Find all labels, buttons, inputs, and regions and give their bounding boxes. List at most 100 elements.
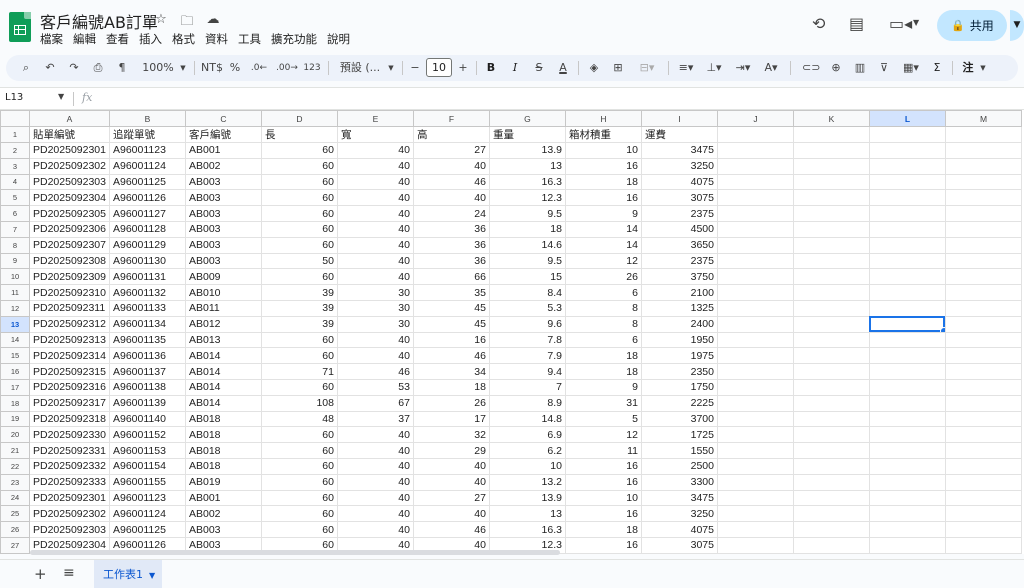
cell-a17[interactable]: PD2025092316 [29, 378, 110, 396]
cell-f13[interactable]: 45 [412, 315, 490, 333]
cell-m11[interactable] [944, 284, 1022, 301]
cell-a10[interactable]: PD2025092309 [29, 268, 110, 286]
cell-c26[interactable]: AB003 [184, 521, 262, 538]
cell-g3[interactable]: 13 [488, 157, 566, 175]
cell-e7[interactable]: 40 [336, 220, 414, 238]
cell-a1[interactable]: 貼單編號 [29, 126, 110, 143]
cell-g11[interactable]: 8.4 [488, 284, 566, 301]
cell-m26[interactable] [944, 521, 1022, 538]
cell-e18[interactable]: 67 [336, 394, 414, 412]
cell-c19[interactable]: AB018 [184, 410, 262, 428]
cell-l19[interactable] [868, 410, 946, 428]
cell-k1[interactable] [792, 126, 870, 143]
cell-b1[interactable]: 追蹤單號 [108, 126, 186, 143]
cell-e9[interactable]: 40 [336, 252, 414, 270]
cell-h11[interactable]: 6 [564, 284, 642, 301]
cell-j17[interactable] [716, 378, 794, 396]
cell-f10[interactable]: 66 [412, 268, 490, 286]
cell-k19[interactable] [792, 410, 870, 428]
row-header[interactable]: 16 [0, 363, 30, 380]
cell-l15[interactable] [868, 347, 946, 365]
cell-c14[interactable]: AB013 [184, 331, 262, 349]
cell-j2[interactable] [716, 142, 794, 159]
cell-c21[interactable]: AB018 [184, 442, 262, 459]
cell-c10[interactable]: AB009 [184, 268, 262, 286]
cell-g5[interactable]: 12.3 [488, 189, 566, 207]
meet-icon[interactable]: ▭◂ [889, 14, 912, 33]
cell-c25[interactable]: AB002 [184, 505, 262, 523]
cell-m22[interactable] [944, 457, 1022, 475]
cell-c6[interactable]: AB003 [184, 205, 262, 222]
menu-insert[interactable]: 插入 [139, 31, 162, 47]
cell-m13[interactable] [944, 315, 1022, 333]
cell-h27[interactable]: 16 [564, 536, 642, 554]
cell-h16[interactable]: 18 [564, 363, 642, 380]
cell-i20[interactable]: 1725 [640, 426, 718, 444]
cell-c5[interactable]: AB003 [184, 189, 262, 207]
cell-l10[interactable] [868, 268, 946, 286]
cell-g2[interactable]: 13.9 [488, 142, 566, 159]
cell-d20[interactable]: 60 [260, 426, 338, 444]
cell-b22[interactable]: A96001154 [108, 457, 186, 475]
cell-d15[interactable]: 60 [260, 347, 338, 365]
cell-l3[interactable] [868, 157, 946, 175]
cell-l27[interactable] [868, 536, 946, 554]
print-icon[interactable]: ⎙ [90, 55, 106, 81]
strikethrough-button[interactable]: S [532, 55, 546, 81]
cell-h1[interactable]: 箱材積重 [564, 126, 642, 143]
link-icon[interactable]: ⊂⊃ [802, 55, 820, 81]
cell-d12[interactable]: 39 [260, 299, 338, 317]
cell-i21[interactable]: 1550 [640, 442, 718, 459]
row-header[interactable]: 22 [0, 457, 30, 475]
column-header-l[interactable]: L [868, 110, 946, 127]
font-size-decrease-button[interactable]: − [408, 55, 422, 81]
filter-icon[interactable]: ⊽ [876, 55, 892, 81]
row-header[interactable]: 13 [0, 315, 30, 333]
cell-k13[interactable] [792, 315, 870, 333]
cell-l5[interactable] [868, 189, 946, 207]
cell-d17[interactable]: 60 [260, 378, 338, 396]
history-icon[interactable]: ⟲ [812, 14, 825, 33]
cell-i12[interactable]: 1325 [640, 299, 718, 317]
cell-l9[interactable] [868, 252, 946, 270]
currency-format-button[interactable]: NT$ [200, 55, 224, 81]
cell-g12[interactable]: 5.3 [488, 299, 566, 317]
chevron-down-icon[interactable]: ▼ [386, 55, 396, 81]
cell-d22[interactable]: 60 [260, 457, 338, 475]
cell-b17[interactable]: A96001138 [108, 378, 186, 396]
column-header-b[interactable]: B [108, 110, 186, 127]
cell-g8[interactable]: 14.6 [488, 236, 566, 254]
cell-e24[interactable]: 40 [336, 489, 414, 507]
sheets-logo-icon[interactable] [9, 12, 31, 42]
menu-edit[interactable]: 編輯 [73, 31, 96, 47]
cell-m4[interactable] [944, 173, 1022, 191]
cell-b15[interactable]: A96001136 [108, 347, 186, 365]
cell-g6[interactable]: 9.5 [488, 205, 566, 222]
cell-g22[interactable]: 10 [488, 457, 566, 475]
cell-g23[interactable]: 13.2 [488, 473, 566, 491]
cell-k14[interactable] [792, 331, 870, 349]
cell-h24[interactable]: 10 [564, 489, 642, 507]
cell-k23[interactable] [792, 473, 870, 491]
cell-j20[interactable] [716, 426, 794, 444]
column-header-a[interactable]: A [29, 110, 110, 127]
cell-c1[interactable]: 客戶編號 [184, 126, 262, 143]
number-format-button[interactable]: 123 [302, 55, 322, 81]
cell-k7[interactable] [792, 220, 870, 238]
cell-e23[interactable]: 40 [336, 473, 414, 491]
chevron-down-icon[interactable]: ▼ [149, 571, 155, 580]
cell-a14[interactable]: PD2025092313 [29, 331, 110, 349]
row-header[interactable]: 10 [0, 268, 30, 286]
cell-b21[interactable]: A96001153 [108, 442, 186, 459]
cell-e16[interactable]: 46 [336, 363, 414, 380]
cell-l25[interactable] [868, 505, 946, 523]
cell-j12[interactable] [716, 299, 794, 317]
row-header[interactable]: 21 [0, 442, 30, 459]
cell-j22[interactable] [716, 457, 794, 475]
cell-f5[interactable]: 40 [412, 189, 490, 207]
cell-b24[interactable]: A96001123 [108, 489, 186, 507]
row-header[interactable]: 8 [0, 236, 30, 254]
cell-j21[interactable] [716, 442, 794, 459]
cell-h14[interactable]: 6 [564, 331, 642, 349]
cell-g13[interactable]: 9.6 [488, 315, 566, 333]
